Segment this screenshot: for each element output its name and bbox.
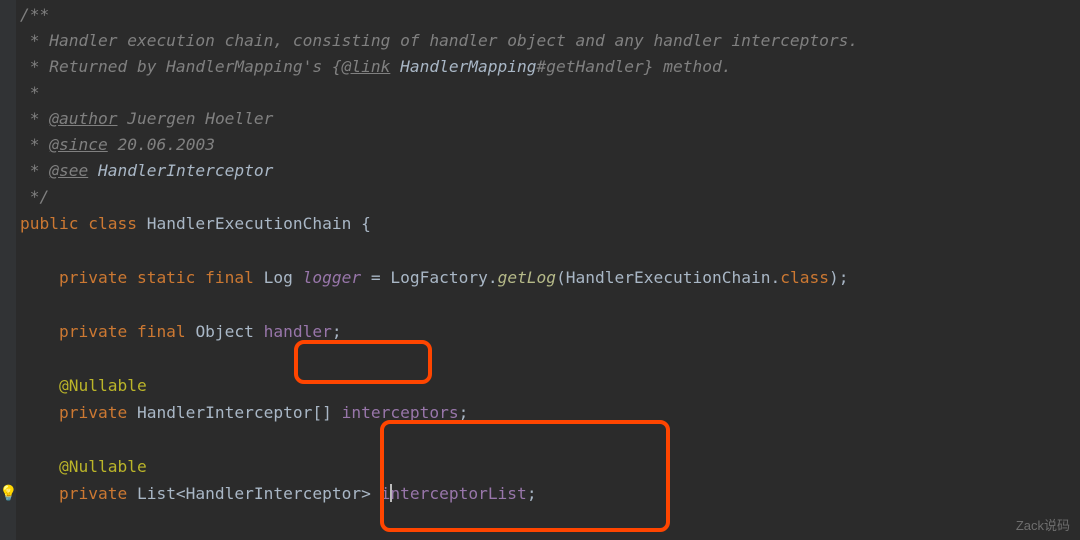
punct: ; [459, 403, 469, 422]
type: HandlerInterceptor[] [137, 403, 342, 422]
intention-bulb-icon[interactable]: 💡 [0, 480, 18, 507]
javadoc-text: * [20, 161, 49, 180]
punct: ; [527, 484, 537, 503]
javadoc-text: * [20, 135, 49, 154]
code-line[interactable]: 💡 private List<HandlerInterceptor> inter… [0, 480, 1080, 507]
code-line[interactable] [0, 426, 1080, 453]
type: Log [264, 268, 303, 287]
code-line[interactable]: * @since 20.06.2003 [0, 132, 1080, 158]
javadoc-text: * Returned by HandlerMapping's { [20, 57, 342, 76]
field-name: handler [264, 322, 332, 341]
code-line[interactable]: private static final Log logger = LogFac… [0, 264, 1080, 291]
javadoc-text: * [20, 83, 40, 102]
punct: ); [829, 268, 849, 287]
field-name: logger [303, 268, 361, 287]
code-line[interactable]: * @author Juergen Hoeller [0, 106, 1080, 132]
expr: = LogFactory. [361, 268, 497, 287]
brace: { [361, 214, 371, 233]
javadoc-text: #getHandler} method. [537, 57, 732, 76]
field-name: i [381, 484, 391, 503]
modifiers: private [20, 484, 137, 503]
type: Object [195, 322, 263, 341]
javadoc-tag-link: @link [342, 57, 391, 76]
code-line[interactable]: * Handler execution chain, consisting of… [0, 28, 1080, 54]
field-name: nterceptorList [390, 484, 526, 503]
code-line[interactable]: /** [0, 2, 1080, 28]
image-watermark: Zack说码 [1016, 515, 1070, 534]
annotation-nullable: @Nullable [20, 376, 147, 395]
class-name: HandlerExecutionChain [147, 214, 361, 233]
javadoc-text: * [20, 109, 49, 128]
type: List<HandlerInterceptor> [137, 484, 381, 503]
javadoc-text: Juergen Hoeller [117, 109, 273, 128]
modifiers: private final [20, 322, 195, 341]
javadoc-link-class: HandlerMapping [390, 57, 536, 76]
code-line[interactable] [0, 237, 1080, 264]
punct: ; [332, 322, 342, 341]
code-line[interactable] [0, 345, 1080, 372]
code-line[interactable]: @Nullable [0, 372, 1080, 399]
method-call: getLog [498, 268, 556, 287]
javadoc-text: * Handler execution chain, consisting of… [20, 31, 858, 50]
modifiers: private [20, 403, 137, 422]
javadoc-tag-see: @see [49, 161, 88, 180]
code-line[interactable]: * @see HandlerInterceptor [0, 158, 1080, 184]
javadoc-open: /** [20, 5, 49, 24]
code-line[interactable]: @Nullable [0, 453, 1080, 480]
code-editor[interactable]: /** * Handler execution chain, consistin… [0, 0, 1080, 540]
field-name: interceptors [342, 403, 459, 422]
code-line[interactable]: public class HandlerExecutionChain { [0, 210, 1080, 237]
modifiers: private static final [20, 268, 264, 287]
keyword-class: class [780, 268, 829, 287]
code-line[interactable]: */ [0, 184, 1080, 210]
javadoc-link-class: HandlerInterceptor [88, 161, 273, 180]
javadoc-tag-since: @since [49, 135, 107, 154]
javadoc-text: 20.06.2003 [108, 135, 215, 154]
code-line[interactable]: * [0, 80, 1080, 106]
annotation-nullable: @Nullable [20, 457, 147, 476]
javadoc-tag-author: @author [49, 109, 117, 128]
code-line[interactable]: private final Object handler; [0, 318, 1080, 345]
code-line[interactable]: * Returned by HandlerMapping's {@link Ha… [0, 54, 1080, 80]
code-line[interactable]: private HandlerInterceptor[] interceptor… [0, 399, 1080, 426]
keywords: public class [20, 214, 147, 233]
expr: (HandlerExecutionChain. [556, 268, 780, 287]
javadoc-close: */ [20, 187, 49, 206]
code-line[interactable] [0, 291, 1080, 318]
